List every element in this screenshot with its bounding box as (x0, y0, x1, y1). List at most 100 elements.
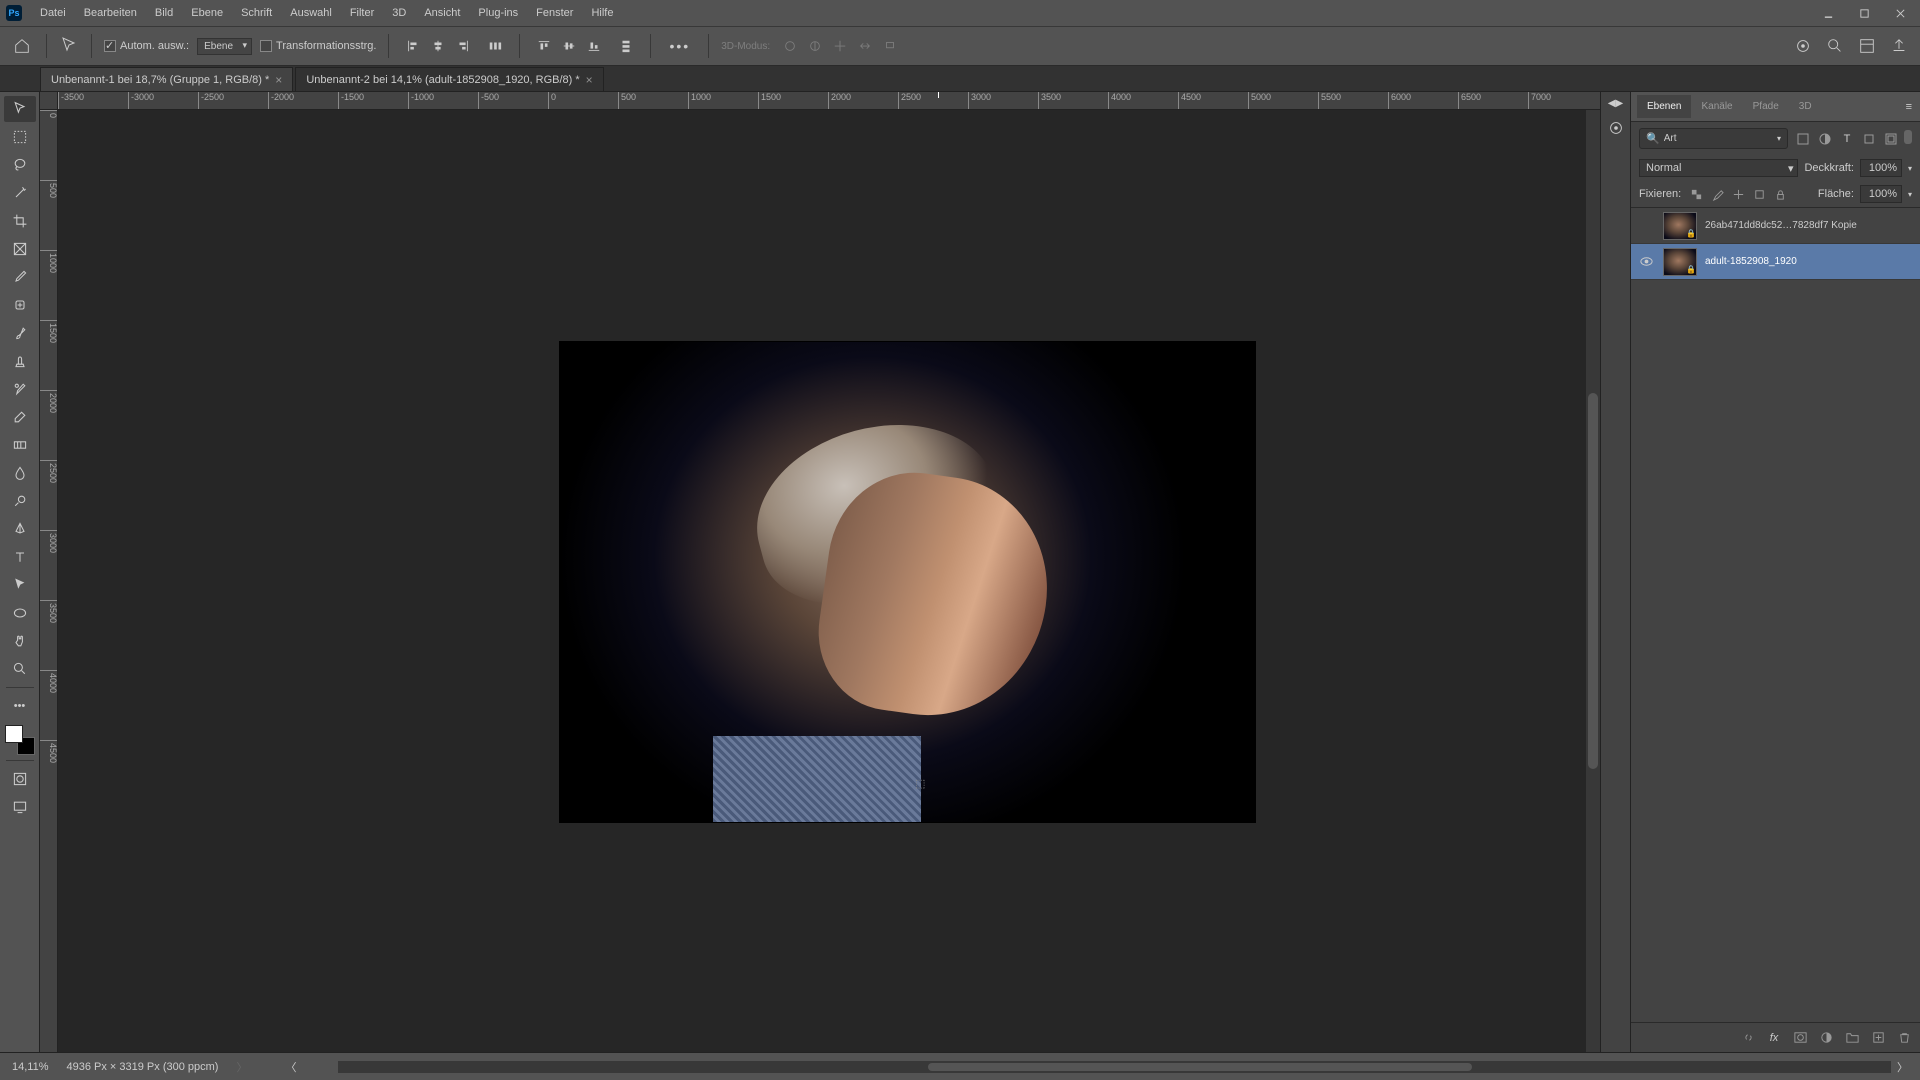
document-canvas[interactable]: ⬚ (560, 342, 1255, 822)
align-hcenter-button[interactable] (426, 34, 450, 58)
menu-filter[interactable]: Filter (342, 3, 382, 23)
lock-position-icon[interactable] (1729, 185, 1747, 203)
layer-visibility-toggle[interactable] (1637, 217, 1655, 235)
color-swatches[interactable] (5, 725, 35, 755)
close-button[interactable] (1886, 3, 1914, 23)
filter-pixel-icon[interactable] (1794, 130, 1812, 148)
menu-3d[interactable]: 3D (384, 3, 414, 23)
lasso-tool[interactable] (4, 152, 36, 178)
layer-name-label[interactable]: adult-1852908_1920 (1705, 256, 1914, 267)
panel-menu-button[interactable]: ≡ (1898, 97, 1920, 117)
crop-tool[interactable] (4, 208, 36, 234)
hand-tool[interactable] (4, 628, 36, 654)
horizontal-scrollbar-thumb[interactable] (928, 1063, 1471, 1071)
vertical-scrollbar[interactable] (1586, 110, 1600, 1052)
vertical-scrollbar-thumb[interactable] (1588, 393, 1598, 770)
opacity-input[interactable]: 100% (1860, 159, 1902, 177)
menu-ebene[interactable]: Ebene (183, 3, 231, 23)
auto-select-checkbox[interactable]: Autom. ausw.: (104, 40, 189, 52)
panel-tab-pfade[interactable]: Pfade (1743, 95, 1789, 118)
align-left-button[interactable] (401, 34, 425, 58)
eyedropper-tool[interactable] (4, 264, 36, 290)
marquee-tool[interactable] (4, 124, 36, 150)
layer-row[interactable]: 🔒 adult-1852908_1920 (1631, 244, 1920, 280)
dodge-tool[interactable] (4, 488, 36, 514)
menu-bearbeiten[interactable]: Bearbeiten (76, 3, 145, 23)
panel-expand-icon[interactable]: ◀▶ (1608, 98, 1623, 109)
layer-thumbnail[interactable]: 🔒 (1663, 248, 1697, 276)
home-button[interactable] (10, 34, 34, 58)
menu-auswahl[interactable]: Auswahl (282, 3, 340, 23)
canvas-area[interactable]: -3500-3000-2500-2000-1500-1000-500050010… (40, 92, 1600, 1052)
align-top-button[interactable] (532, 34, 556, 58)
clone-stamp-tool[interactable] (4, 348, 36, 374)
zoom-level[interactable]: 14,11% (12, 1061, 49, 1073)
foreground-color[interactable] (5, 725, 23, 743)
zoom-tool[interactable] (4, 656, 36, 682)
document-info[interactable]: 4936 Px × 3319 Px (300 ppcm) (67, 1061, 219, 1073)
panel-tab-ebenen[interactable]: Ebenen (1637, 95, 1691, 118)
align-right-button[interactable] (451, 34, 475, 58)
filter-adjustment-icon[interactable] (1816, 130, 1834, 148)
panel-tab-kanäle[interactable]: Kanäle (1691, 95, 1742, 118)
layer-row[interactable]: 🔒26ab471dd8dc52…7828df7 Kopie (1631, 208, 1920, 244)
status-chevron-icon[interactable]: 〉 (236, 1059, 247, 1075)
link-layers-button[interactable] (1738, 1028, 1758, 1048)
pen-tool[interactable] (4, 516, 36, 542)
menu-bild[interactable]: Bild (147, 3, 181, 23)
properties-panel-icon[interactable] (1607, 119, 1625, 140)
horizontal-ruler[interactable]: -3500-3000-2500-2000-1500-1000-500050010… (58, 92, 1600, 110)
select-subject-button[interactable] (1792, 35, 1814, 57)
layer-visibility-toggle[interactable] (1637, 253, 1655, 271)
screen-mode-button[interactable] (4, 794, 36, 820)
share-button[interactable] (1888, 35, 1910, 57)
panel-tab-3d[interactable]: 3D (1789, 95, 1822, 118)
distribute-v-button[interactable] (614, 34, 638, 58)
shape-tool[interactable] (4, 600, 36, 626)
quick-mask-button[interactable] (4, 766, 36, 792)
filter-type-icon[interactable]: T (1838, 130, 1856, 148)
frame-tool[interactable] (4, 236, 36, 262)
horizontal-scrollbar[interactable] (338, 1061, 1891, 1073)
distribute-h-button[interactable] (483, 34, 507, 58)
transform-controls-checkbox[interactable]: Transformationsstrg. (260, 40, 376, 52)
auto-select-target-dropdown[interactable]: Ebene (197, 38, 252, 55)
status-nav-left[interactable]: 〈 (285, 1059, 296, 1075)
maximize-button[interactable] (1850, 3, 1878, 23)
vertical-ruler[interactable]: 050010001500200025003000350040004500 (40, 110, 58, 1052)
filter-toggle-switch[interactable] (1904, 130, 1912, 144)
layer-filter-input[interactable] (1664, 133, 1773, 144)
layer-mask-button[interactable] (1790, 1028, 1810, 1048)
status-nav-right[interactable]: 〉 (1897, 1059, 1908, 1075)
filter-shape-icon[interactable] (1860, 130, 1878, 148)
lock-pixels-icon[interactable] (1708, 185, 1726, 203)
new-group-button[interactable] (1842, 1028, 1862, 1048)
edit-toolbar-button[interactable]: ••• (4, 693, 36, 719)
menu-datei[interactable]: Datei (32, 3, 74, 23)
align-vcenter-button[interactable] (557, 34, 581, 58)
blur-tool[interactable] (4, 460, 36, 486)
lock-all-icon[interactable] (1771, 185, 1789, 203)
menu-plug-ins[interactable]: Plug-ins (470, 3, 526, 23)
magic-wand-tool[interactable] (4, 180, 36, 206)
layer-style-button[interactable]: fx (1764, 1028, 1784, 1048)
align-bottom-button[interactable] (582, 34, 606, 58)
search-button[interactable] (1824, 35, 1846, 57)
menu-ansicht[interactable]: Ansicht (416, 3, 468, 23)
ruler-origin[interactable] (40, 92, 58, 110)
document-tab[interactable]: Unbenannt-1 bei 18,7% (Gruppe 1, RGB/8) … (40, 67, 293, 91)
minimize-button[interactable] (1814, 3, 1842, 23)
document-tab[interactable]: Unbenannt-2 bei 14,1% (adult-1852908_192… (295, 67, 603, 91)
menu-schrift[interactable]: Schrift (233, 3, 280, 23)
new-layer-button[interactable] (1868, 1028, 1888, 1048)
layer-filter-dropdown[interactable]: 🔍 ▾ (1639, 128, 1788, 149)
tab-close-button[interactable]: × (275, 73, 282, 87)
tab-close-button[interactable]: × (586, 73, 593, 87)
workspace-button[interactable] (1856, 35, 1878, 57)
layer-name-label[interactable]: 26ab471dd8dc52…7828df7 Kopie (1705, 220, 1914, 231)
lock-artboard-icon[interactable] (1750, 185, 1768, 203)
gradient-tool[interactable] (4, 432, 36, 458)
blend-mode-dropdown[interactable]: Normal (1639, 159, 1798, 177)
type-tool[interactable] (4, 544, 36, 570)
move-tool[interactable] (4, 96, 36, 122)
